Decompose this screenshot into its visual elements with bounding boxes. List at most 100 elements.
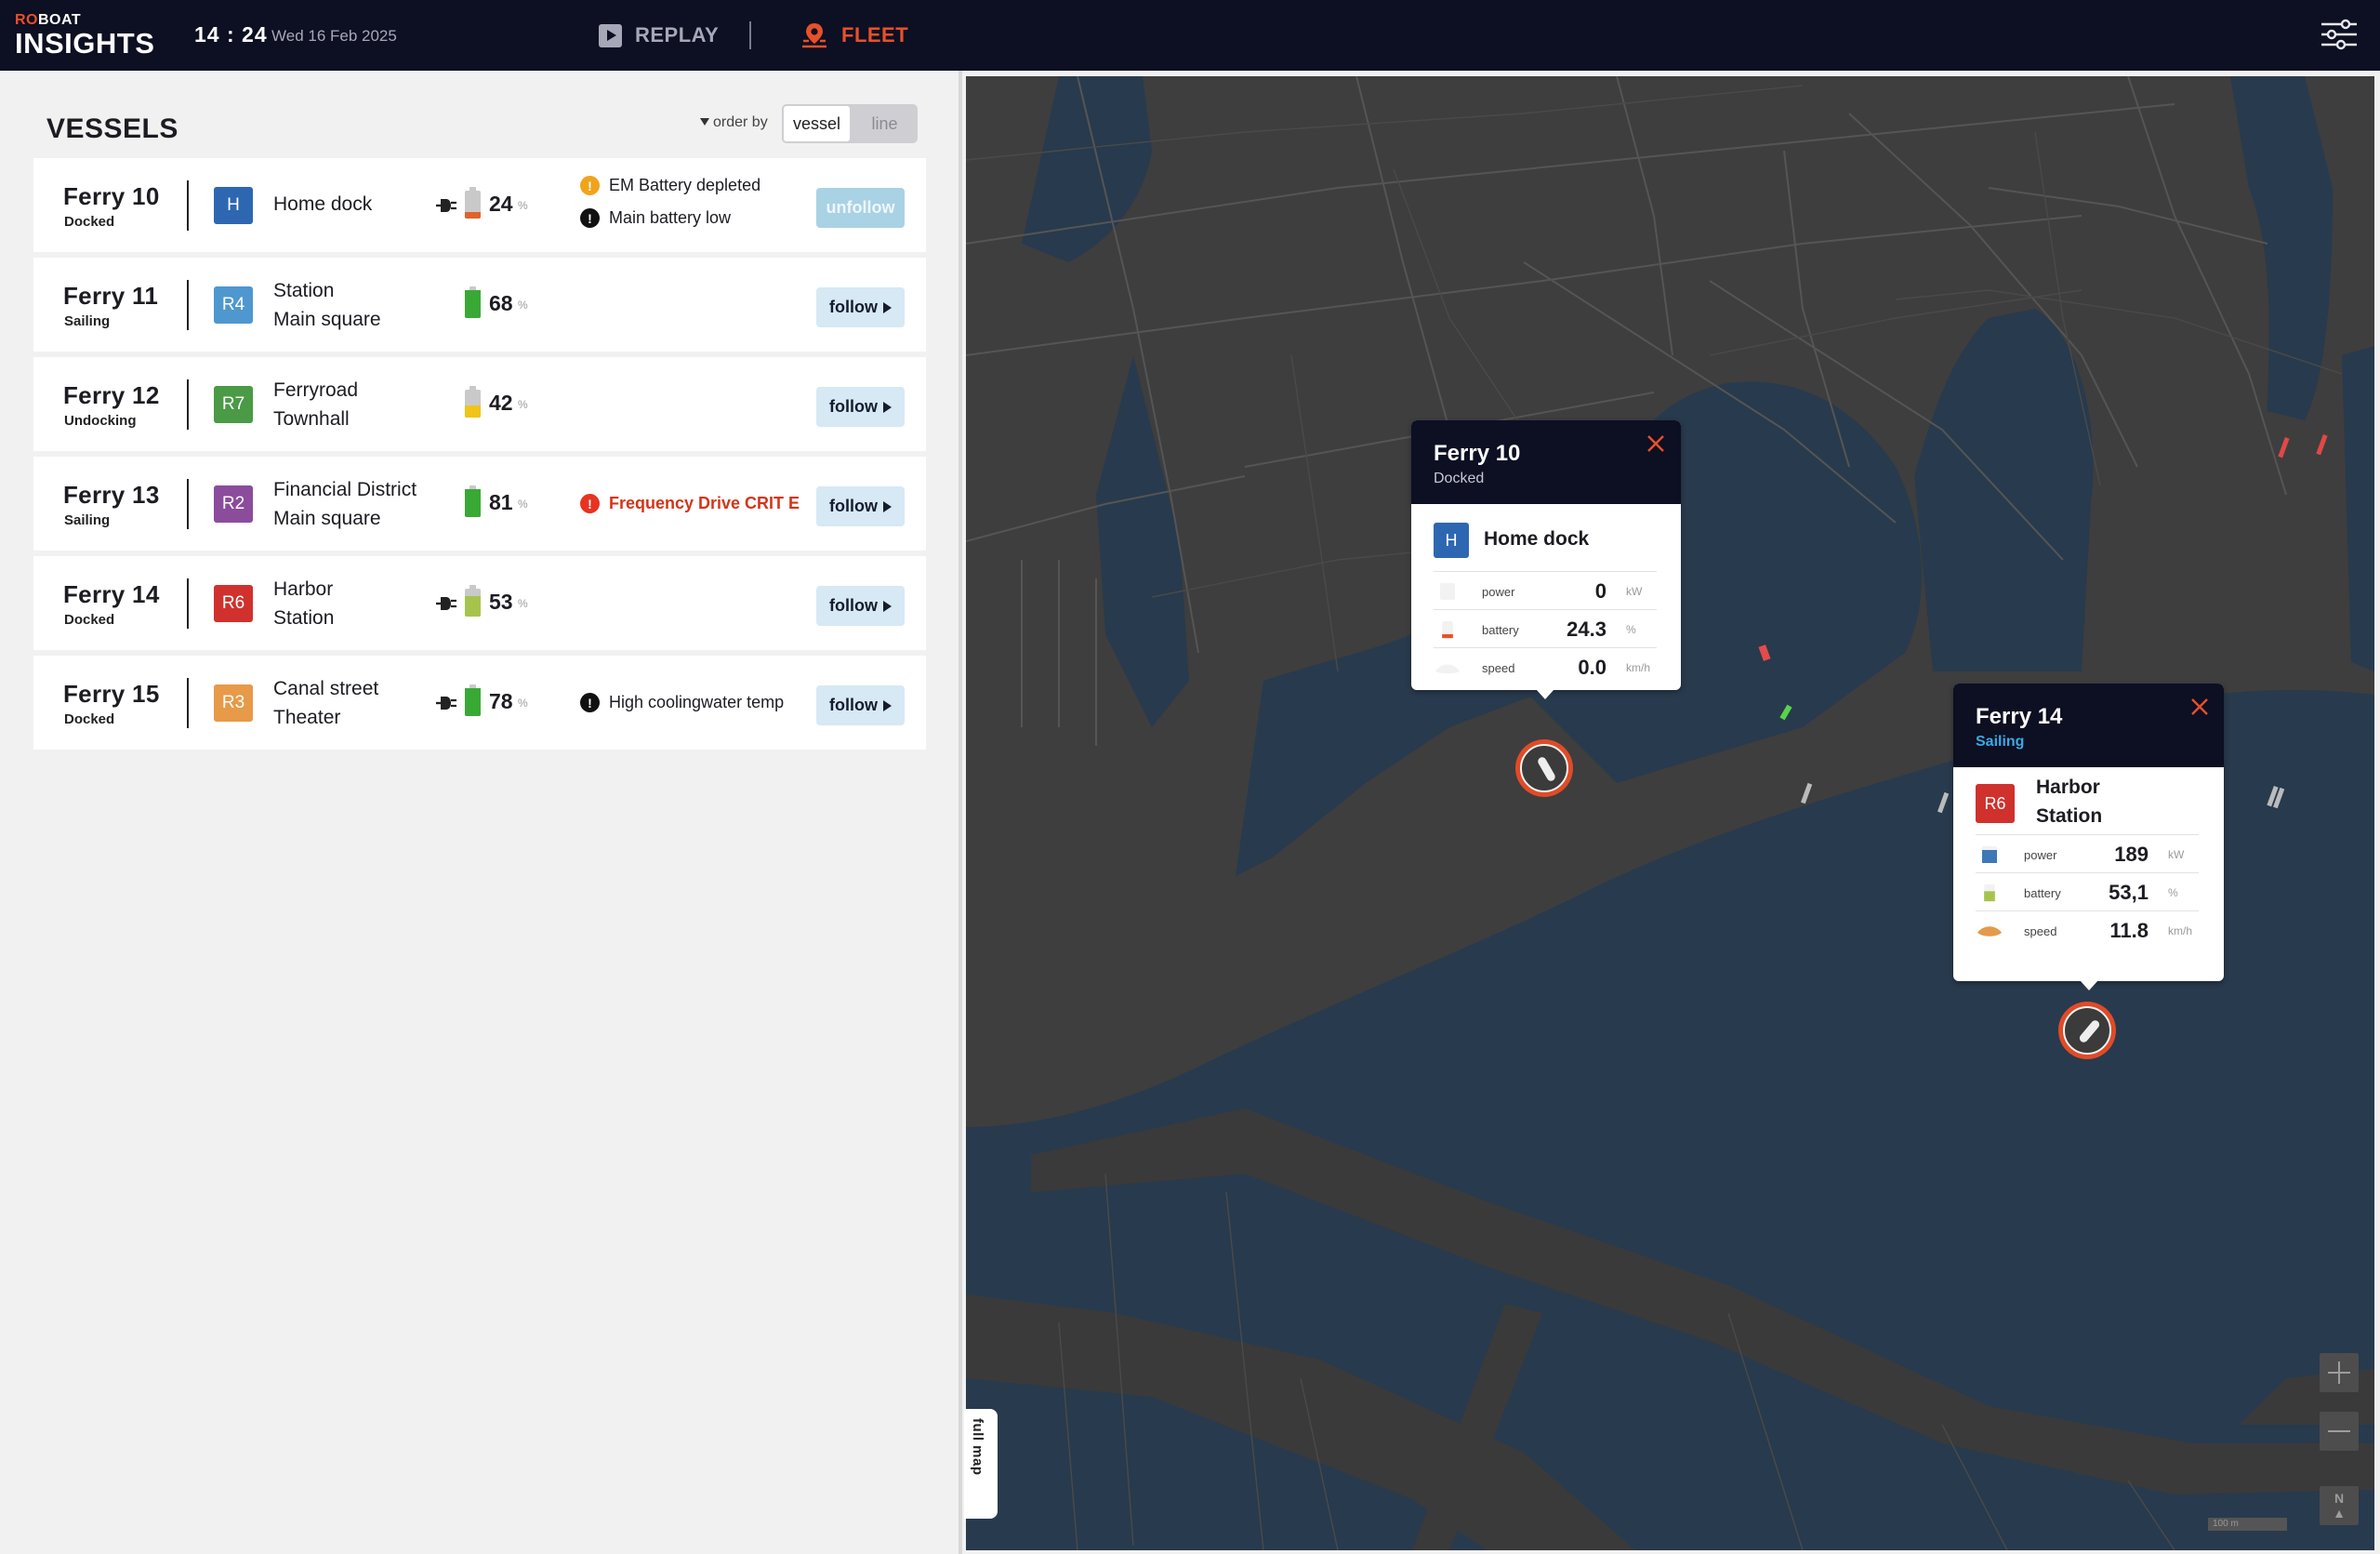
alert-list: ! EM Battery depleted! Main battery low <box>580 169 760 234</box>
metric-value: 53,1 <box>2109 881 2149 904</box>
popup-tail <box>1536 689 1554 699</box>
speed-gauge-icon <box>1435 664 1460 674</box>
vessel-name: Ferry 15 <box>63 680 160 708</box>
boat-icon <box>2078 1018 2101 1044</box>
metric-unit: % <box>2168 886 2178 899</box>
map-scale: 100 m <box>2208 1518 2287 1531</box>
plug-icon <box>435 195 457 216</box>
map-view[interactable]: Ferry 10 Docked H Home dock power 0 kW b… <box>966 76 2374 1550</box>
follow-label: follow <box>829 596 878 615</box>
battery-percent: 42 <box>489 391 513 415</box>
vessel-name: Ferry 12 <box>63 381 160 409</box>
nav-fleet[interactable]: FLEET <box>800 19 908 52</box>
order-option-vessel[interactable]: vessel <box>782 104 852 143</box>
metric-label: speed <box>2024 924 2057 938</box>
zoom-out-button[interactable] <box>2320 1412 2359 1451</box>
popup-destination: Harbor Station <box>2036 773 2102 830</box>
close-icon[interactable] <box>1644 432 1668 456</box>
row-divider <box>187 479 189 529</box>
vessel-row[interactable]: Ferry 14 Docked R6 Harbor Station 53% follow <box>33 556 926 650</box>
battery-icon <box>465 485 481 517</box>
follow-button[interactable]: follow <box>816 486 905 526</box>
metric-label: speed <box>1482 661 1515 675</box>
line-badge: R6 <box>1976 784 2015 823</box>
metric-value: 24.3 <box>1567 618 1606 641</box>
unfollow-button[interactable]: unfollow <box>816 188 905 228</box>
line-badge: R7 <box>214 386 253 423</box>
follow-button[interactable]: follow <box>816 387 905 427</box>
popup-destination-line-1: Harbor <box>2036 777 2100 798</box>
metric-value: 189 <box>2114 843 2149 866</box>
battery-unit: % <box>518 597 528 610</box>
vessel-row[interactable]: Ferry 12 Undocking R7 Ferryroad Townhall 42% f… <box>33 357 926 451</box>
alert-item: ! Main battery low <box>580 202 760 234</box>
alert-text: EM Battery depleted <box>609 176 761 194</box>
metric-value: 0.0 <box>1578 656 1606 679</box>
sliders-icon[interactable] <box>2320 19 2358 50</box>
popup-tail <box>2080 980 2098 990</box>
battery-unit: % <box>518 199 528 212</box>
metric-unit: km/h <box>1626 661 1651 674</box>
follow-label: follow <box>829 397 878 416</box>
power-gauge-icon <box>1982 846 1997 863</box>
plug-icon <box>435 693 457 713</box>
vessel-row[interactable]: Ferry 15 Docked R3 Canal street Theater 78%! H… <box>33 656 926 750</box>
vessel-destination: Ferryroad Townhall <box>273 376 358 433</box>
metric-label: battery <box>1482 623 1519 637</box>
vessel-destination: Canal street Theater <box>273 674 378 732</box>
metric-label: power <box>1482 585 1515 599</box>
row-divider <box>187 379 189 430</box>
metric-power: power 0 kW <box>1434 571 1657 609</box>
vessel-row[interactable]: Ferry 10 Docked H Home dock 24%! EM Battery d… <box>33 158 926 252</box>
battery-unit: % <box>518 498 528 511</box>
follow-button[interactable]: follow <box>816 586 905 626</box>
nav-replay[interactable]: REPLAY <box>599 20 719 50</box>
vessel-marker-ferry-10[interactable] <box>1515 739 1573 797</box>
destination-line: Harbor <box>273 578 334 600</box>
vessel-state: Docked <box>64 214 115 230</box>
vessel-name: Ferry 11 <box>63 282 159 310</box>
logo-bottom: INSIGHTS <box>15 27 155 60</box>
nav-fleet-label: FLEET <box>841 23 909 46</box>
north-arrow-icon: ▲ <box>2333 1506 2346 1521</box>
follow-button[interactable]: follow <box>816 287 905 327</box>
vessel-state: Docked <box>64 711 115 727</box>
destination-line: Station <box>273 280 335 301</box>
metric-value: 11.8 <box>2109 919 2149 942</box>
follow-button[interactable]: follow <box>816 685 905 725</box>
vessel-marker-ferry-14[interactable] <box>2058 1002 2116 1059</box>
panel-divider <box>959 71 962 1554</box>
caret-down-icon <box>700 118 709 126</box>
play-arrow-icon <box>883 600 892 612</box>
alert-text: Frequency Drive CRIT E <box>609 494 800 512</box>
vessel-state: Docked <box>64 612 115 628</box>
battery-icon <box>465 286 481 318</box>
battery-icon <box>465 684 481 716</box>
north-compass-button[interactable]: N ▲ <box>2320 1486 2359 1525</box>
vessel-row[interactable]: Ferry 13 Sailing R2 Financial District Main … <box>33 457 926 551</box>
metric-unit: % <box>1626 623 1636 636</box>
popup-title: Ferry 10 <box>1434 441 1521 466</box>
zoom-in-button[interactable] <box>2320 1353 2359 1392</box>
popup-status: Docked <box>1434 471 1485 486</box>
order-option-line[interactable]: line <box>852 104 918 143</box>
north-label: N <box>2334 1491 2345 1506</box>
alert-item: ! EM Battery depleted <box>580 169 760 202</box>
full-map-label: full map <box>970 1418 985 1476</box>
info-icon: ! <box>580 208 600 228</box>
alert-item: ! High coolingwater temp <box>580 686 784 719</box>
boat-icon <box>1536 755 1557 783</box>
popup-header: Ferry 10 Docked <box>1411 420 1681 504</box>
line-badge: R6 <box>214 585 253 622</box>
vessel-row[interactable]: Ferry 11 Sailing R4 Station Main square 68% fo… <box>33 258 926 352</box>
line-badge: H <box>214 187 253 224</box>
row-divider <box>187 280 189 330</box>
row-divider <box>187 578 189 629</box>
top-bar: ROBOAT INSIGHTS 14 : 24 Wed 16 Feb 2025 … <box>0 0 2380 71</box>
vessel-name: Ferry 14 <box>63 580 160 608</box>
metric-power: power 189 kW <box>1976 834 2199 872</box>
close-icon[interactable] <box>2188 695 2212 719</box>
vessel-destination: Financial District Main square <box>273 475 416 533</box>
full-map-tab[interactable]: full map <box>964 1409 998 1519</box>
battery-icon <box>465 187 481 219</box>
